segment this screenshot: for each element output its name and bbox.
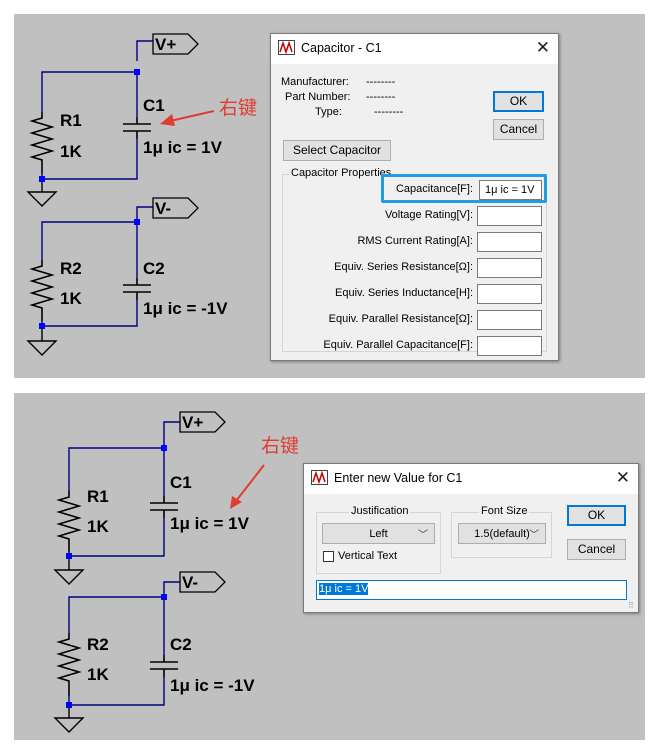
font-size-value: 1.5(default) <box>474 528 530 540</box>
vertical-text-checkbox[interactable] <box>323 551 334 562</box>
dialog-titlebar[interactable]: Capacitor - C1 ✕ <box>271 34 558 64</box>
annotation-right-click: 右键 <box>261 435 299 457</box>
part-number-value: -------- <box>366 91 396 103</box>
font-size-select[interactable]: 1.5(default) ﹀ <box>458 523 546 544</box>
c2-name[interactable]: C2 <box>170 635 192 654</box>
enter-value-dialog: Enter new Value for C1 ✕ Justification L… <box>303 463 639 613</box>
r1-value[interactable]: 1K <box>87 517 109 536</box>
c2-value[interactable]: 1μ ic = -1V <box>143 299 228 318</box>
vertical-text-label: Vertical Text <box>338 550 398 562</box>
parallel-capacitance-label: Equiv. Parallel Capacitance[F]: <box>323 339 473 351</box>
annotation-arrow <box>169 110 215 122</box>
net-label-vplus: V+ <box>155 35 176 54</box>
ground-symbol-1 <box>53 556 85 585</box>
resize-grip-icon[interactable]: ⠿ <box>628 602 636 610</box>
value-input-text: 1μ ic = 1V <box>319 583 369 595</box>
cancel-button[interactable]: Cancel <box>567 539 626 560</box>
rms-current-label: RMS Current Rating[A]: <box>357 235 473 247</box>
esr-label: Equiv. Series Resistance[Ω]: <box>334 261 473 273</box>
c1-name[interactable]: C1 <box>143 96 165 115</box>
junction-dot <box>66 553 72 559</box>
ground-symbol-2 <box>26 326 58 356</box>
resistor-r2-symbol[interactable] <box>29 260 55 321</box>
r2-value[interactable]: 1K <box>87 665 109 684</box>
net-label-vminus: V- <box>155 199 171 218</box>
r2-value[interactable]: 1K <box>60 289 82 308</box>
voltage-rating-label: Voltage Rating[V]: <box>384 209 473 221</box>
capacitor-properties-title: Capacitor Properties <box>289 167 394 179</box>
ltspice-app-icon <box>278 40 295 55</box>
chevron-down-icon: ﹀ <box>418 530 428 541</box>
dialog-title: Enter new Value for C1 <box>334 471 463 485</box>
net-label-vplus: V+ <box>182 413 203 432</box>
value-input[interactable]: 1μ ic = 1V <box>316 580 627 600</box>
c2-name[interactable]: C2 <box>143 259 165 278</box>
r1-value[interactable]: 1K <box>60 142 82 161</box>
dialog-titlebar[interactable]: Enter new Value for C1 ✕ <box>304 464 638 494</box>
justification-title: Justification <box>349 505 411 517</box>
net-label-vminus: V- <box>182 573 198 592</box>
junction-dot <box>161 594 167 600</box>
capacitance-highlight-box <box>381 174 547 203</box>
junction-dot <box>39 176 45 182</box>
dialog-title: Capacitor - C1 <box>301 41 382 55</box>
r1-name[interactable]: R1 <box>87 487 109 506</box>
parallel-capacitance-input[interactable] <box>477 336 542 356</box>
schematic-panel-bottom: V+ V- R1 1K C1 1μ ic = 1V R2 1K C2 1μ ic… <box>14 393 645 740</box>
r1-name[interactable]: R1 <box>60 111 82 130</box>
resistor-r2-symbol[interactable] <box>56 633 82 696</box>
c1-value[interactable]: 1μ ic = 1V <box>170 514 250 533</box>
parallel-resistance-input[interactable] <box>477 310 542 330</box>
close-icon[interactable]: ✕ <box>616 468 630 488</box>
voltage-rating-input[interactable] <box>477 206 542 226</box>
ok-button[interactable]: OK <box>493 91 544 112</box>
esl-label: Equiv. Series Inductance[H]: <box>335 287 473 299</box>
capacitor-dialog: Capacitor - C1 ✕ Manufacturer: -------- … <box>270 33 559 361</box>
annotation-arrow <box>235 464 265 502</box>
r2-name[interactable]: R2 <box>87 635 109 654</box>
ok-button[interactable]: OK <box>567 505 626 526</box>
select-capacitor-button[interactable]: Select Capacitor <box>283 140 391 161</box>
manufacturer-label: Manufacturer: <box>281 76 349 88</box>
ground-symbol-2 <box>53 705 85 733</box>
r2-name[interactable]: R2 <box>60 259 82 278</box>
ground-symbol-1 <box>26 179 58 207</box>
schematic-panel-top: V+ V- R1 1K C1 1μ ic = 1V R2 1K C2 1μ ic… <box>14 14 645 378</box>
justification-select[interactable]: Left ﹀ <box>322 523 435 544</box>
esr-input[interactable] <box>477 258 542 278</box>
esl-input[interactable] <box>477 284 542 304</box>
resistor-r1-symbol[interactable] <box>29 112 55 173</box>
annotation-right-click: 右键 <box>219 97 257 119</box>
junction-dot <box>161 445 167 451</box>
cancel-button[interactable]: Cancel <box>493 119 544 140</box>
type-value: -------- <box>374 106 404 118</box>
resistor-r1-symbol[interactable] <box>56 491 82 552</box>
ltspice-app-icon <box>311 470 328 485</box>
capacitor-c2-symbol[interactable] <box>123 278 151 300</box>
c2-value[interactable]: 1μ ic = -1V <box>170 676 255 695</box>
junction-dot <box>66 702 72 708</box>
justification-value: Left <box>369 528 388 540</box>
font-size-title: Font Size <box>479 505 530 517</box>
rms-current-input[interactable] <box>477 232 542 252</box>
capacitor-c1-symbol[interactable] <box>123 117 151 139</box>
chevron-down-icon: ﹀ <box>529 530 539 541</box>
c1-value[interactable]: 1μ ic = 1V <box>143 138 223 157</box>
capacitor-c2-symbol[interactable] <box>150 655 178 677</box>
manufacturer-value: -------- <box>366 76 396 88</box>
part-number-label: Part Number: <box>285 91 351 103</box>
annotation-arrowhead <box>230 496 242 509</box>
close-icon[interactable]: ✕ <box>536 38 550 58</box>
junction-dot <box>134 69 140 75</box>
junction-dot <box>39 323 45 329</box>
parallel-resistance-label: Equiv. Parallel Resistance[Ω]: <box>328 313 473 325</box>
annotation-arrowhead <box>160 114 175 126</box>
c1-name[interactable]: C1 <box>170 473 192 492</box>
type-label: Type: <box>315 106 342 118</box>
junction-dot <box>134 219 140 225</box>
